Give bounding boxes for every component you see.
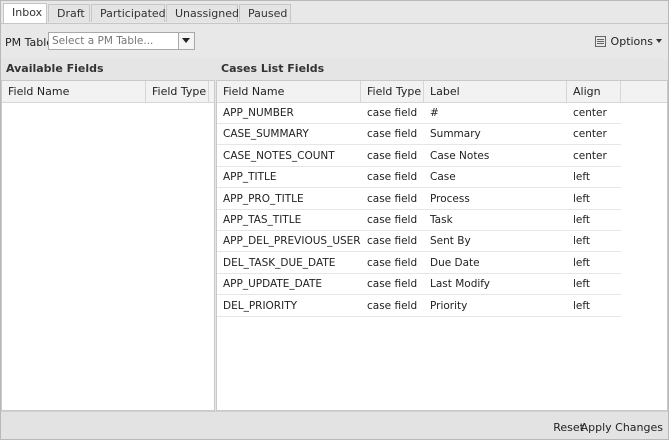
available-fields-title: Available Fields — [6, 62, 104, 75]
table-cell: Last Modify — [430, 278, 491, 291]
table-cell: left — [573, 256, 591, 269]
table-cell: case field — [367, 192, 418, 205]
column-header-field-type[interactable]: Field Type — [146, 81, 209, 102]
table-cell: APP_NUMBER — [223, 107, 294, 119]
table-cell: DEL_PRIORITY — [223, 299, 298, 312]
table-cell: APP_TAS_TITLE — [223, 214, 302, 226]
tab-unassigned[interactable]: Unassigned — [166, 4, 239, 22]
column-header-field-name[interactable]: Field Name — [217, 81, 361, 102]
table-cell: case field — [367, 256, 418, 269]
table-cell: CASE_NOTES_COUNT — [223, 149, 335, 162]
table-cell: center — [573, 128, 607, 141]
table-cell: case field — [367, 214, 418, 226]
table-cell: Due Date — [430, 256, 480, 269]
table-cell: case field — [367, 235, 418, 248]
tab-draft[interactable]: Draft — [48, 4, 90, 22]
table-cell: APP_UPDATE_DATE — [223, 278, 322, 291]
table-row[interactable]: APP_TAS_TITLE case field Task left — [217, 210, 621, 231]
chevron-down-icon[interactable] — [178, 33, 194, 49]
table-cell: case field — [367, 171, 418, 184]
table-cell: left — [573, 214, 591, 226]
table-cell: left — [573, 192, 591, 205]
table-cell: left — [573, 171, 591, 184]
table-cell: case field — [367, 299, 418, 312]
table-cell: # — [430, 107, 439, 119]
table-cell: left — [573, 278, 591, 291]
grid-header: Field Name Field Type Label Align — [217, 81, 667, 103]
table-cell: center — [573, 107, 607, 119]
table-row[interactable]: CASE_SUMMARY case field Summary center — [217, 124, 621, 146]
table-cell: Task — [430, 214, 453, 226]
tab-paused[interactable]: Paused — [239, 4, 291, 22]
table-row[interactable]: APP_TITLE case field Case left — [217, 167, 621, 189]
cases-list-fields-grid: Field Name Field Type Label Align APP_NU… — [216, 80, 668, 411]
toolbar: PM Table Select a PM Table... Options — [1, 24, 668, 58]
table-cell: Sent By — [430, 235, 471, 248]
apply-changes-button[interactable]: Apply Changes — [581, 421, 663, 434]
table-cell: Case — [430, 171, 456, 184]
grid-header: Field Name Field Type — [2, 81, 214, 103]
caret-down-icon — [656, 39, 662, 43]
table-cell: CASE_SUMMARY — [223, 128, 309, 141]
column-header-field-name[interactable]: Field Name — [2, 81, 146, 102]
table-cell: Case Notes — [430, 149, 490, 162]
pm-table-select[interactable]: Select a PM Table... — [48, 32, 195, 50]
table-cell: left — [573, 299, 591, 312]
tab-participated[interactable]: Participated — [91, 4, 166, 22]
table-cell: case field — [367, 278, 418, 291]
table-cell: APP_DEL_PREVIOUS_USER — [223, 235, 361, 248]
table-row[interactable]: APP_NUMBER case field # center — [217, 103, 621, 124]
cases-list-fields-title: Cases List Fields — [221, 62, 325, 75]
table-row[interactable]: APP_UPDATE_DATE case field Last Modify left — [217, 274, 621, 296]
table-cell: Summary — [430, 128, 481, 141]
options-button[interactable]: Options — [594, 34, 662, 50]
pm-table-placeholder: Select a PM Table... — [52, 35, 154, 47]
column-header-field-type[interactable]: Field Type — [361, 81, 424, 102]
table-cell: APP_TITLE — [223, 171, 277, 184]
case-list-editor: Inbox Draft Participated Unassigned Paus… — [0, 0, 669, 440]
table-cell: case field — [367, 128, 418, 141]
column-header-label[interactable]: Label — [424, 81, 567, 102]
table-row[interactable]: DEL_TASK_DUE_DATE case field Due Date left — [217, 252, 621, 274]
table-row[interactable]: DEL_PRIORITY case field Priority left — [217, 295, 621, 317]
table-row[interactable]: APP_PRO_TITLE case field Process left — [217, 188, 621, 210]
table-cell: left — [573, 235, 591, 248]
tab-inbox[interactable]: Inbox — [3, 3, 47, 23]
column-header-align[interactable]: Align — [567, 81, 621, 102]
options-label: Options — [610, 35, 653, 48]
footer-bar: Reset Apply Changes — [1, 411, 668, 439]
pm-table-label: PM Table — [5, 36, 54, 49]
table-cell: APP_PRO_TITLE — [223, 192, 304, 205]
table-cell: Priority — [430, 299, 468, 312]
table-cell: DEL_TASK_DUE_DATE — [223, 256, 336, 269]
table-row[interactable]: CASE_NOTES_COUNT case field Case Notes cent… — [217, 145, 621, 167]
tab-bar: Inbox Draft Participated Unassigned Paus… — [1, 1, 668, 24]
table-row[interactable]: APP_DEL_PREVIOUS_USER case field Sent By le… — [217, 231, 621, 253]
table-cell: Process — [430, 192, 470, 205]
table-cell: case field — [367, 107, 418, 119]
available-fields-grid: Field Name Field Type — [1, 80, 215, 411]
table-cell: center — [573, 149, 607, 162]
reset-button[interactable]: Reset — [553, 421, 584, 434]
list-icon — [594, 36, 606, 47]
table-cell: case field — [367, 149, 418, 162]
